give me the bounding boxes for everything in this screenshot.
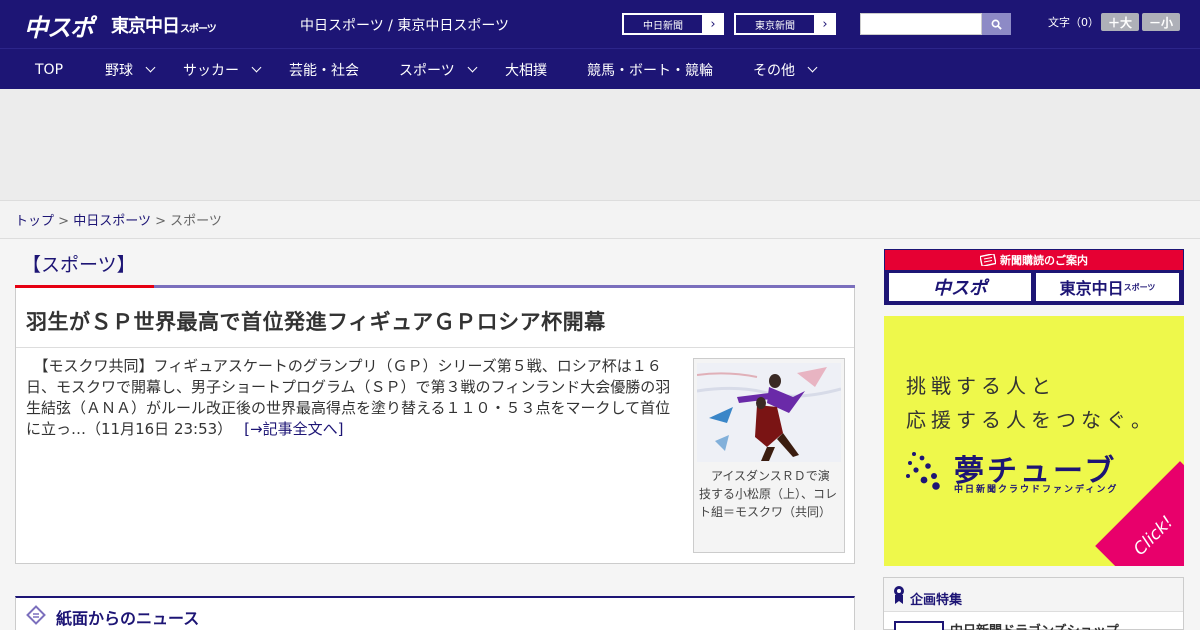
subscription-title: 新聞購読のご案内 — [885, 250, 1183, 270]
chevron-right-icon: › — [710, 16, 716, 32]
search-button[interactable] — [982, 13, 1011, 35]
nav-label: 野球 — [105, 62, 133, 79]
breadcrumb-current: スポーツ — [170, 214, 222, 229]
chevron-down-icon — [467, 62, 478, 73]
paper-button-label: 東京新聞 — [735, 14, 815, 34]
nav-label: TOP — [35, 61, 64, 78]
newspaper-icon — [26, 605, 46, 629]
print-news-title: 紙面からのニュース — [56, 609, 200, 628]
article-photo-box: アイスダンスＲＤで演技する小松原（上）、コレト組＝モスクワ（共同） — [693, 358, 845, 553]
search-input[interactable] — [860, 13, 982, 35]
subscribe-logo-text: 東京中日 — [1059, 279, 1124, 298]
nav-item-others[interactable]: その他 — [753, 49, 818, 90]
nav-label: 芸能・社会 — [289, 62, 359, 79]
nav-item-keiba[interactable]: 競馬・ボート・競輪 — [587, 49, 713, 90]
article-summary: 【モスクワ共同】フィギュアスケートのグランプリ（ＧＰ）シリーズ第５戦、ロシア杯は… — [26, 356, 684, 440]
section-title: 【スポーツ】 — [22, 254, 136, 276]
feature-item-dragons-shop[interactable]: 中日新聞ドラゴンズショップ — [950, 620, 1119, 630]
paper-button-label: 中日新聞 — [623, 14, 703, 34]
article-photo[interactable] — [697, 363, 841, 462]
newspaper-icon — [980, 254, 996, 266]
search-icon — [991, 19, 1002, 30]
breadcrumb-top[interactable]: トップ — [15, 214, 54, 229]
breadcrumb-separator: > — [58, 214, 70, 229]
chevron-down-icon — [807, 62, 818, 73]
ice-dance-photo — [697, 363, 841, 462]
chunichi-shimbun-link[interactable]: 中日新聞 › — [622, 13, 724, 35]
ad-headline-line2: 応援する人をつなぐ。 — [906, 408, 1156, 432]
chuspo-logo[interactable]: 中スポ — [24, 8, 94, 43]
article-card: 羽生がＳＰ世界最高で首位発進フィギュアＧＰロシア杯開幕 【モスクワ共同】フィギュ… — [15, 288, 855, 564]
tokyo-logo-text: 東京中日 — [111, 16, 180, 37]
tokyo-shimbun-link[interactable]: 東京新聞 › — [734, 13, 836, 35]
nav-label: スポーツ — [399, 62, 455, 79]
article-summary-text: 【モスクワ共同】フィギュアスケートのグランプリ（ＧＰ）シリーズ第５戦、ロシア杯は… — [26, 357, 671, 438]
feature-header: 企画特集 — [884, 578, 1183, 612]
breadcrumb: トップ > 中日スポーツ > スポーツ — [0, 201, 1200, 239]
nav-item-sumo[interactable]: 大相撲 — [505, 49, 547, 90]
nav-item-soccer[interactable]: サッカー — [183, 49, 262, 90]
subscribe-tokyo-chunichi-button[interactable]: 東京中日 スポーツ — [1035, 272, 1180, 302]
breadcrumb-chunichi-sports[interactable]: 中日スポーツ — [73, 214, 151, 229]
article-divider — [16, 347, 854, 348]
chevron-down-icon — [251, 62, 262, 73]
subscription-banner[interactable]: 新聞購読のご案内 中スポ 東京中日 スポーツ — [884, 249, 1184, 305]
subscribe-logo-suffix: スポーツ — [1123, 282, 1156, 292]
ad-brand-subtitle: 中日新聞クラウドファンディング — [954, 485, 1119, 495]
nav-label: 大相撲 — [505, 62, 547, 79]
ribbon-icon — [894, 586, 904, 604]
font-bigger-button[interactable]: ＋大 — [1101, 13, 1139, 31]
dots-logo-icon — [906, 452, 940, 490]
feature-title: 企画特集 — [910, 593, 963, 608]
tokyo-chunichi-logo[interactable]: 東京中日スポーツ — [111, 12, 217, 38]
subscription-title-text: 新聞購読のご案内 — [1000, 254, 1088, 267]
nav-item-entertainment[interactable]: 芸能・社会 — [289, 49, 359, 90]
site-title: 中日スポーツ / 東京中日スポーツ — [300, 18, 510, 34]
chevron-down-icon — [145, 62, 156, 73]
print-news-section-header: 紙面からのニュース — [15, 596, 855, 630]
chevron-right-icon: › — [822, 16, 828, 32]
article-headline[interactable]: 羽生がＳＰ世界最高で首位発進フィギュアＧＰロシア杯開幕 — [26, 306, 606, 336]
yume-tube-ad[interactable]: 挑戦する人と 応援する人をつなぐ。 夢チューブ 中日新聞クラウドファンディング … — [884, 316, 1184, 566]
feature-thumbnail[interactable] — [894, 621, 944, 630]
nav-item-sports[interactable]: スポーツ — [399, 49, 478, 90]
ad-headline-line1: 挑戦する人と — [906, 374, 1056, 398]
site-header: 中スポ 東京中日スポーツ 中日スポーツ / 東京中日スポーツ 中日新聞 › 東京… — [0, 0, 1200, 48]
font-smaller-button[interactable]: －小 — [1142, 13, 1180, 31]
font-size-label: 文字（0） — [1048, 16, 1099, 29]
nav-item-top[interactable]: TOP — [35, 49, 63, 90]
subscribe-chuspo-button[interactable]: 中スポ — [888, 272, 1032, 302]
tokyo-logo-suffix: スポーツ — [180, 24, 217, 35]
nav-label: サッカー — [183, 62, 239, 79]
nav-label: 競馬・ボート・競輪 — [587, 62, 713, 79]
main-nav: TOP 野球 サッカー 芸能・社会 スポーツ 大相撲 競馬・ボート・競輪 その他 — [0, 48, 1200, 89]
read-more-link[interactable]: [→記事全文へ] — [244, 420, 343, 438]
ad-banner-area — [0, 89, 1200, 201]
photo-caption: アイスダンスＲＤで演技する小松原（上）、コレト組＝モスクワ（共同） — [699, 469, 838, 519]
nav-item-baseball[interactable]: 野球 — [105, 49, 156, 90]
feature-specials-box: 企画特集 中日新聞ドラゴンズショップ — [883, 577, 1184, 630]
nav-label: その他 — [753, 62, 795, 79]
breadcrumb-separator: > — [155, 214, 166, 229]
